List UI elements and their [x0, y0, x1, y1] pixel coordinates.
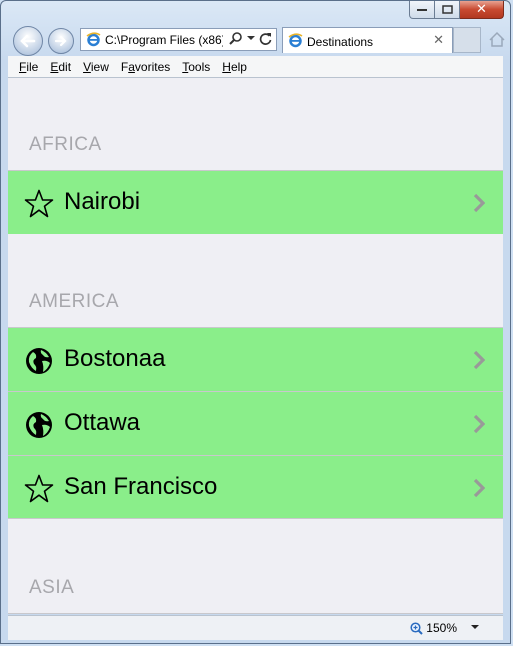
- menu-edit[interactable]: Edit: [50, 60, 71, 74]
- browser-window: ✕ C:\Program Files (x86)\ Destinations ✕…: [0, 0, 511, 644]
- list-item-label: Bostonaa: [64, 345, 166, 372]
- list-item-san-francisco[interactable]: San Francisco: [8, 455, 503, 519]
- maximize-button[interactable]: [435, 1, 460, 19]
- ie-tab-icon: [288, 33, 303, 48]
- status-bar: 150%: [8, 615, 503, 640]
- chevron-right-icon: [473, 414, 485, 434]
- menu-favorites[interactable]: Favorites: [121, 60, 170, 74]
- list-item-label: Nairobi: [64, 188, 141, 215]
- star-icon: [24, 189, 54, 218]
- back-arrow-icon: [20, 34, 36, 48]
- menu-help[interactable]: Help: [222, 60, 247, 74]
- minimize-button[interactable]: [409, 1, 435, 19]
- chevron-right-icon: [473, 350, 485, 370]
- zoom-control[interactable]: 150%: [410, 621, 457, 635]
- menu-view[interactable]: View: [83, 60, 109, 74]
- list-item-label: Ottawa: [64, 409, 141, 436]
- address-text: C:\Program Files (x86)\: [105, 33, 223, 47]
- chevron-right-icon: [473, 193, 485, 213]
- search-icon[interactable]: [229, 31, 243, 45]
- ie-page-icon: [86, 32, 101, 47]
- home-icon[interactable]: [488, 31, 506, 48]
- list-item-nairobi[interactable]: Nairobi: [8, 170, 503, 234]
- minimize-icon: [417, 8, 427, 11]
- restore-icon: [441, 5, 453, 14]
- section-header-africa: AFRICA: [29, 134, 102, 155]
- section-header-america: AMERICA: [29, 291, 120, 312]
- address-tools: [229, 31, 272, 45]
- list-item-label: San Francisco: [64, 473, 218, 500]
- caption-buttons: ✕: [409, 1, 504, 21]
- list-item-partial[interactable]: [8, 613, 503, 614]
- zoom-level: 150%: [426, 621, 457, 635]
- chevron-right-icon: [473, 478, 485, 498]
- forward-button[interactable]: [48, 28, 74, 54]
- navigation-bar: C:\Program Files (x86)\ Destinations ✕: [1, 23, 510, 56]
- dropdown-arrow-icon[interactable]: [247, 35, 255, 41]
- tab-close-icon[interactable]: ✕: [433, 33, 444, 48]
- menu-tools[interactable]: Tools: [182, 60, 210, 74]
- address-bar[interactable]: C:\Program Files (x86)\: [80, 28, 277, 51]
- close-icon: ✕: [476, 2, 487, 17]
- menu-bar: File Edit View Favorites Tools Help: [8, 56, 503, 78]
- close-window-button[interactable]: ✕: [460, 1, 504, 19]
- back-button[interactable]: [13, 26, 43, 56]
- zoom-dropdown-icon[interactable]: [471, 625, 479, 630]
- list-item-ottawa[interactable]: Ottawa: [8, 391, 503, 455]
- tab-destinations[interactable]: Destinations ✕: [282, 27, 453, 53]
- tab-title: Destinations: [307, 35, 374, 49]
- page-content: AFRICA Nairobi AMERICA Bostonaa Ottawa S…: [8, 78, 503, 614]
- section-header-asia: ASIA: [29, 577, 75, 598]
- globe-icon: [26, 348, 52, 374]
- star-icon: [24, 474, 54, 503]
- new-tab-button[interactable]: [453, 27, 481, 53]
- menu-file[interactable]: File: [19, 60, 38, 74]
- list-item-bostonaa[interactable]: Bostonaa: [8, 327, 503, 391]
- refresh-icon[interactable]: [259, 32, 272, 45]
- globe-icon: [26, 412, 52, 438]
- forward-arrow-icon: [54, 35, 67, 47]
- zoom-icon: [410, 621, 424, 635]
